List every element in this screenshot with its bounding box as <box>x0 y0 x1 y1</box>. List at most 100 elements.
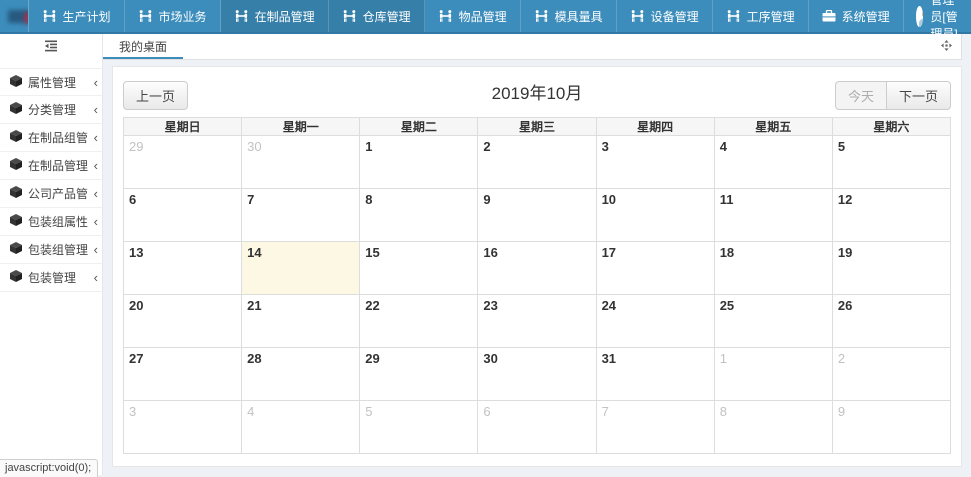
sidebar-item-5[interactable]: 包装组属性管理 ‹ <box>0 208 102 236</box>
browser-status-text: javascript:void(0); <box>0 459 98 477</box>
nav-item-8[interactable]: 系统管理 <box>809 0 904 32</box>
calendar-day-cell[interactable]: 6 <box>124 189 242 242</box>
sidebar-item-3[interactable]: 在制品管理 ‹ <box>0 152 102 180</box>
sidebar: 属性管理 ‹ 分类管理 ‹ 在制品组管理 ‹ <box>0 34 103 475</box>
weekday-header: 星期四 <box>596 118 714 136</box>
calendar-day-cell[interactable]: 22 <box>360 295 478 348</box>
calendar-day-cell[interactable]: 30 <box>242 136 360 189</box>
calendar-day-cell[interactable]: 7 <box>596 401 714 454</box>
calendar-day-cell[interactable]: 9 <box>478 189 596 242</box>
calendar-day-cell[interactable]: 4 <box>242 401 360 454</box>
calendar-day-cell[interactable]: 17 <box>596 242 714 295</box>
calendar-day-cell[interactable]: 30 <box>478 348 596 401</box>
calendar-day-cell[interactable]: 5 <box>360 401 478 454</box>
chevron-left-icon: ‹ <box>94 271 98 284</box>
sidebar-item-label: 公司产品管理 <box>28 185 88 202</box>
weekday-header: 星期二 <box>360 118 478 136</box>
calendar-day-cell[interactable]: 16 <box>478 242 596 295</box>
calendar-day-cell[interactable]: 2 <box>832 348 950 401</box>
calendar-day-cell[interactable]: 19 <box>832 242 950 295</box>
calendar-day-cell[interactable]: 29 <box>360 348 478 401</box>
calendar-day-cell[interactable]: 4 <box>714 136 832 189</box>
calendar-day-cell[interactable]: 27 <box>124 348 242 401</box>
weekday-header: 星期日 <box>124 118 242 136</box>
calendar-day-cell[interactable]: 6 <box>478 401 596 454</box>
workers-icon <box>438 10 453 22</box>
nav-item-0[interactable]: 生产计划 <box>29 0 125 32</box>
calendar-day-cell[interactable]: 31 <box>596 348 714 401</box>
calendar-day-cell[interactable]: 10 <box>596 189 714 242</box>
today-button[interactable]: 今天 <box>835 81 886 110</box>
cube-icon <box>10 75 22 90</box>
nav-item-6[interactable]: 设备管理 <box>617 0 713 32</box>
sidebar-item-0[interactable]: 属性管理 ‹ <box>0 68 102 96</box>
calendar-day-cell[interactable]: 11 <box>714 189 832 242</box>
calendar-day-cell[interactable]: 8 <box>714 401 832 454</box>
calendar-day-cell[interactable]: 3 <box>596 136 714 189</box>
sidebar-item-label: 包装管理 <box>28 269 88 286</box>
chevron-left-icon: ‹ <box>94 103 98 116</box>
nav-menu: 生产计划 市场业务 在制品管理 仓库管理 物品管理 模具量具 设备管理 工序管理… <box>29 0 904 32</box>
calendar-day-cell[interactable]: 7 <box>242 189 360 242</box>
calendar-day-cell[interactable]: 28 <box>242 348 360 401</box>
user-menu[interactable]: 管理员[管理员] <box>904 0 971 32</box>
calendar-day-cell[interactable]: 25 <box>714 295 832 348</box>
sidebar-item-6[interactable]: 包装组管理 ‹ <box>0 236 102 264</box>
calendar-day-cell[interactable]: 3 <box>124 401 242 454</box>
sidebar-item-label: 包装组属性管理 <box>28 213 88 230</box>
calendar-day-cell[interactable]: 2 <box>478 136 596 189</box>
nav-item-4[interactable]: 物品管理 <box>425 0 521 32</box>
calendar-nav-group: 今天 下一页 <box>835 81 951 110</box>
sidebar-item-2[interactable]: 在制品组管理 ‹ <box>0 124 102 152</box>
calendar-day-cell-today[interactable]: 14 <box>242 242 360 295</box>
chevron-left-icon: ‹ <box>94 159 98 172</box>
calendar-day-cell[interactable]: 18 <box>714 242 832 295</box>
workers-icon <box>234 10 249 22</box>
calendar-day-cell[interactable]: 21 <box>242 295 360 348</box>
calendar-day-cell[interactable]: 26 <box>832 295 950 348</box>
sidebar-item-7[interactable]: 包装管理 ‹ <box>0 264 102 292</box>
content-area: 我的桌面 上一页 2019年10月 今天 <box>103 34 971 475</box>
top-navbar: 生产计划 市场业务 在制品管理 仓库管理 物品管理 模具量具 设备管理 工序管理… <box>0 0 971 34</box>
fullscreen-button[interactable] <box>941 34 961 59</box>
next-page-button[interactable]: 下一页 <box>886 81 951 110</box>
calendar-day-cell[interactable]: 5 <box>832 136 950 189</box>
calendar-day-cell[interactable]: 12 <box>832 189 950 242</box>
cube-icon <box>10 270 22 285</box>
calendar-day-cell[interactable]: 9 <box>832 401 950 454</box>
calendar-grid: 星期日星期一星期二星期三星期四星期五星期六 293012345678910111… <box>123 117 951 454</box>
cube-icon <box>10 186 22 201</box>
prev-page-button[interactable]: 上一页 <box>123 81 188 110</box>
calendar-day-cell[interactable]: 23 <box>478 295 596 348</box>
cube-icon <box>10 158 22 173</box>
tab-my-desktop[interactable]: 我的桌面 <box>103 34 183 59</box>
sidebar-item-1[interactable]: 分类管理 ‹ <box>0 96 102 124</box>
sidebar-item-4[interactable]: 公司产品管理 ‹ <box>0 180 102 208</box>
briefcase-icon <box>822 10 836 22</box>
weekday-header: 星期五 <box>714 118 832 136</box>
calendar-day-cell[interactable]: 15 <box>360 242 478 295</box>
calendar-day-cell[interactable]: 1 <box>714 348 832 401</box>
app-logo[interactable] <box>0 0 29 32</box>
calendar-day-cell[interactable]: 20 <box>124 295 242 348</box>
chevron-left-icon: ‹ <box>94 131 98 144</box>
calendar-day-cell[interactable]: 24 <box>596 295 714 348</box>
weekday-header: 星期三 <box>478 118 596 136</box>
chevron-left-icon: ‹ <box>94 187 98 200</box>
calendar-day-cell[interactable]: 1 <box>360 136 478 189</box>
calendar-header: 上一页 2019年10月 今天 下一页 <box>123 81 951 107</box>
nav-item-1[interactable]: 市场业务 <box>125 0 221 32</box>
calendar-day-cell[interactable]: 29 <box>124 136 242 189</box>
workers-icon <box>534 10 549 22</box>
nav-item-3[interactable]: 仓库管理 <box>329 0 425 32</box>
calendar-day-cell[interactable]: 8 <box>360 189 478 242</box>
nav-item-2[interactable]: 在制品管理 <box>221 0 329 32</box>
main-area: 属性管理 ‹ 分类管理 ‹ 在制品组管理 ‹ <box>0 34 971 475</box>
cube-icon <box>10 102 22 117</box>
calendar-day-cell[interactable]: 13 <box>124 242 242 295</box>
nav-item-5[interactable]: 模具量具 <box>521 0 617 32</box>
nav-item-7[interactable]: 工序管理 <box>713 0 809 32</box>
sidebar-collapse-button[interactable] <box>0 34 102 62</box>
sidebar-menu: 属性管理 ‹ 分类管理 ‹ 在制品组管理 ‹ <box>0 68 102 292</box>
expand-arrows-icon <box>941 38 952 56</box>
